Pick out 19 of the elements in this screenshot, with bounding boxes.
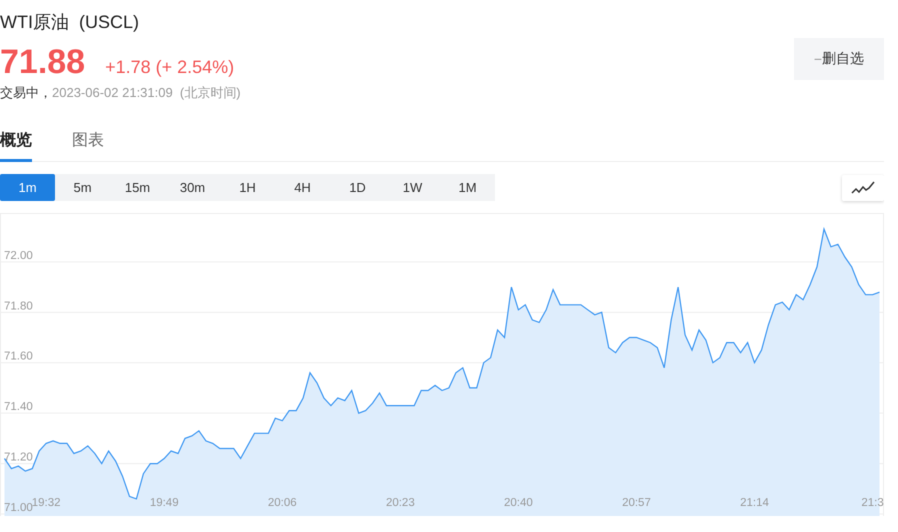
interval-button[interactable]: 30m (165, 174, 220, 201)
instrument-title: WTI原油 (USCL) (0, 11, 140, 32)
interval-button[interactable]: 4H (275, 174, 330, 201)
interval-button[interactable]: 1D (330, 174, 385, 201)
last-price: 71.88 (0, 44, 86, 80)
interval-button[interactable]: 1m (0, 174, 55, 201)
trading-status: 交易中， (0, 84, 52, 102)
interval-button[interactable]: 5m (55, 174, 110, 201)
interval-button[interactable]: 15m (110, 174, 165, 201)
price-change: +1.78 (+ 2.54%) (105, 57, 234, 78)
line-chart-icon (851, 180, 875, 194)
tab[interactable]: 概览 (0, 126, 32, 162)
interval-button[interactable]: 1H (220, 174, 275, 201)
timestamp: 2023-06-02 21:31:09 (北京时间) (52, 84, 241, 102)
remove-watchlist-button[interactable]: −删自选 (794, 38, 884, 80)
chart-type-button[interactable] (842, 174, 884, 200)
interval-button[interactable]: 1W (385, 174, 440, 201)
tab[interactable]: 图表 (72, 126, 104, 162)
interval-button[interactable]: 1M (440, 174, 495, 201)
